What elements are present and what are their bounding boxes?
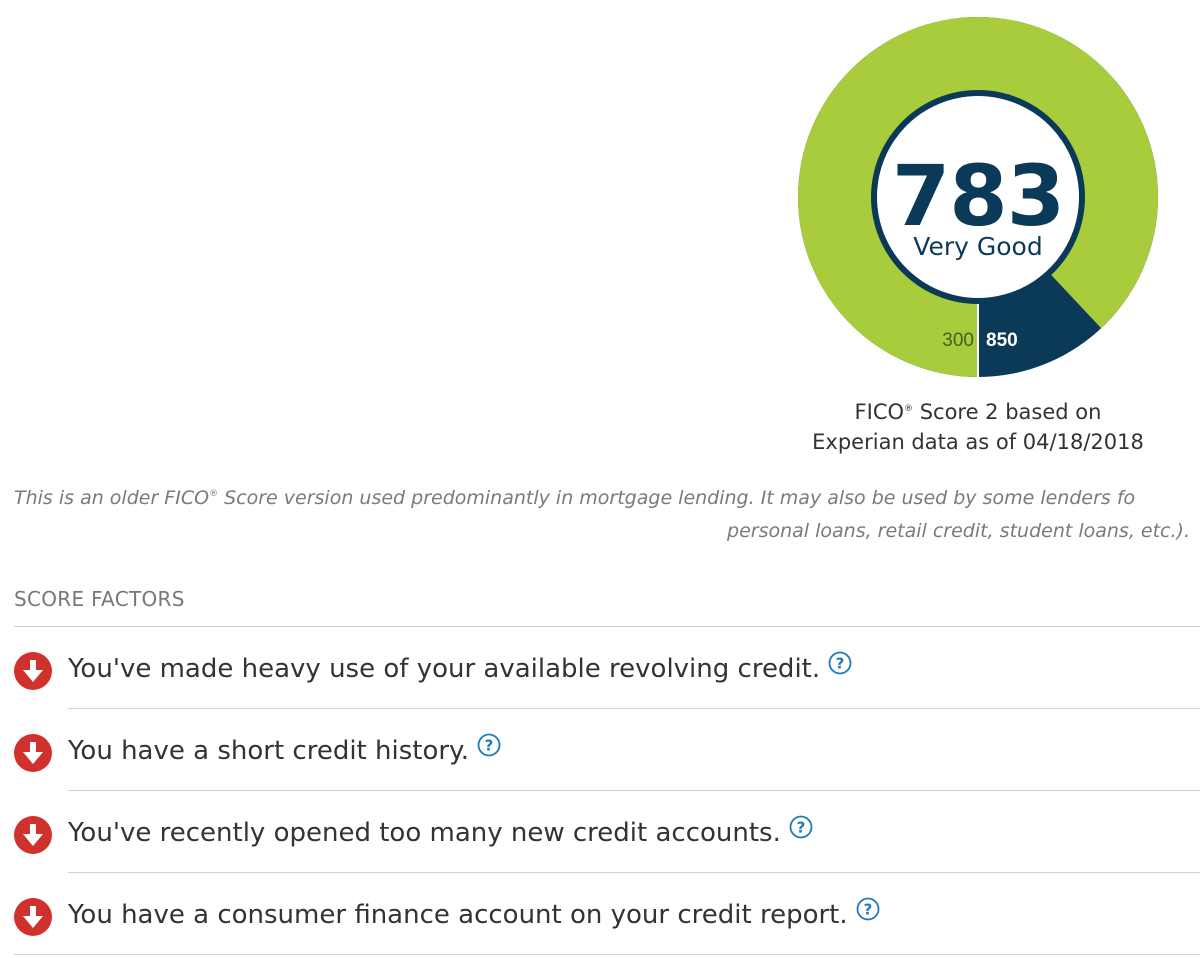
registered-mark: ®	[209, 489, 219, 499]
question-circle-icon[interactable]: ?	[789, 815, 813, 839]
factor-label: You've recently opened too many new cred…	[68, 818, 781, 848]
score-caption: FICO® Score 2 based on Experian data as …	[778, 394, 1178, 457]
svg-text:?: ?	[797, 819, 806, 837]
question-circle-icon[interactable]: ?	[477, 733, 501, 757]
svg-text:?: ?	[485, 737, 494, 755]
caption-line-2: Experian data as of 04/18/2018	[812, 430, 1144, 454]
score-factor-text: You've recently opened too many new cred…	[68, 815, 813, 848]
score-factor-item: You have a consumer finance account on y…	[14, 873, 1200, 955]
disclaimer-line-1: This is an older FICO® Score version use…	[0, 478, 1200, 515]
disclaimer-text-b: Score version used predominantly in mort…	[218, 487, 1136, 509]
factor-label: You have a short credit history.	[68, 736, 469, 766]
gauge-min-label: 300	[942, 330, 974, 351]
score-disclaimer: This is an older FICO® Score version use…	[0, 478, 1200, 548]
score-factor-item: You've recently opened too many new cred…	[14, 791, 1200, 873]
arrow-down-icon	[14, 816, 52, 854]
gauge-max-label: 850	[986, 330, 1018, 351]
factor-label: You've made heavy use of your available …	[68, 654, 821, 684]
caption-line-1-text: Score 2 based on	[913, 400, 1102, 424]
factor-label: You have a consumer finance account on y…	[68, 900, 848, 930]
svg-text:?: ?	[863, 901, 872, 919]
question-circle-icon[interactable]: ?	[828, 651, 852, 675]
divider	[14, 954, 1200, 955]
caption-brand: FICO	[854, 400, 905, 424]
arrow-down-icon	[14, 898, 52, 936]
svg-text:?: ?	[836, 655, 845, 673]
score-factor-text: You've made heavy use of your available …	[68, 651, 852, 684]
arrow-down-icon	[14, 652, 52, 690]
score-value: 783	[891, 147, 1065, 245]
score-rating: Very Good	[913, 232, 1043, 261]
arrow-down-icon	[14, 734, 52, 772]
registered-mark: ®	[904, 404, 914, 414]
caption-line-1: FICO® Score 2 based on	[778, 394, 1178, 427]
score-factors-heading: SCORE FACTORS	[14, 587, 185, 611]
disclaimer-line-2: personal loans, retail credit, student l…	[727, 520, 1190, 542]
score-factor-item: You have a short credit history.?	[14, 709, 1200, 791]
score-factor-text: You have a short credit history.?	[68, 733, 501, 766]
disclaimer-text-a: This is an older FICO	[14, 487, 210, 509]
score-factor-item: You've made heavy use of your available …	[14, 627, 1200, 709]
question-circle-icon[interactable]: ?	[856, 897, 880, 921]
score-factor-text: You have a consumer finance account on y…	[68, 897, 880, 930]
